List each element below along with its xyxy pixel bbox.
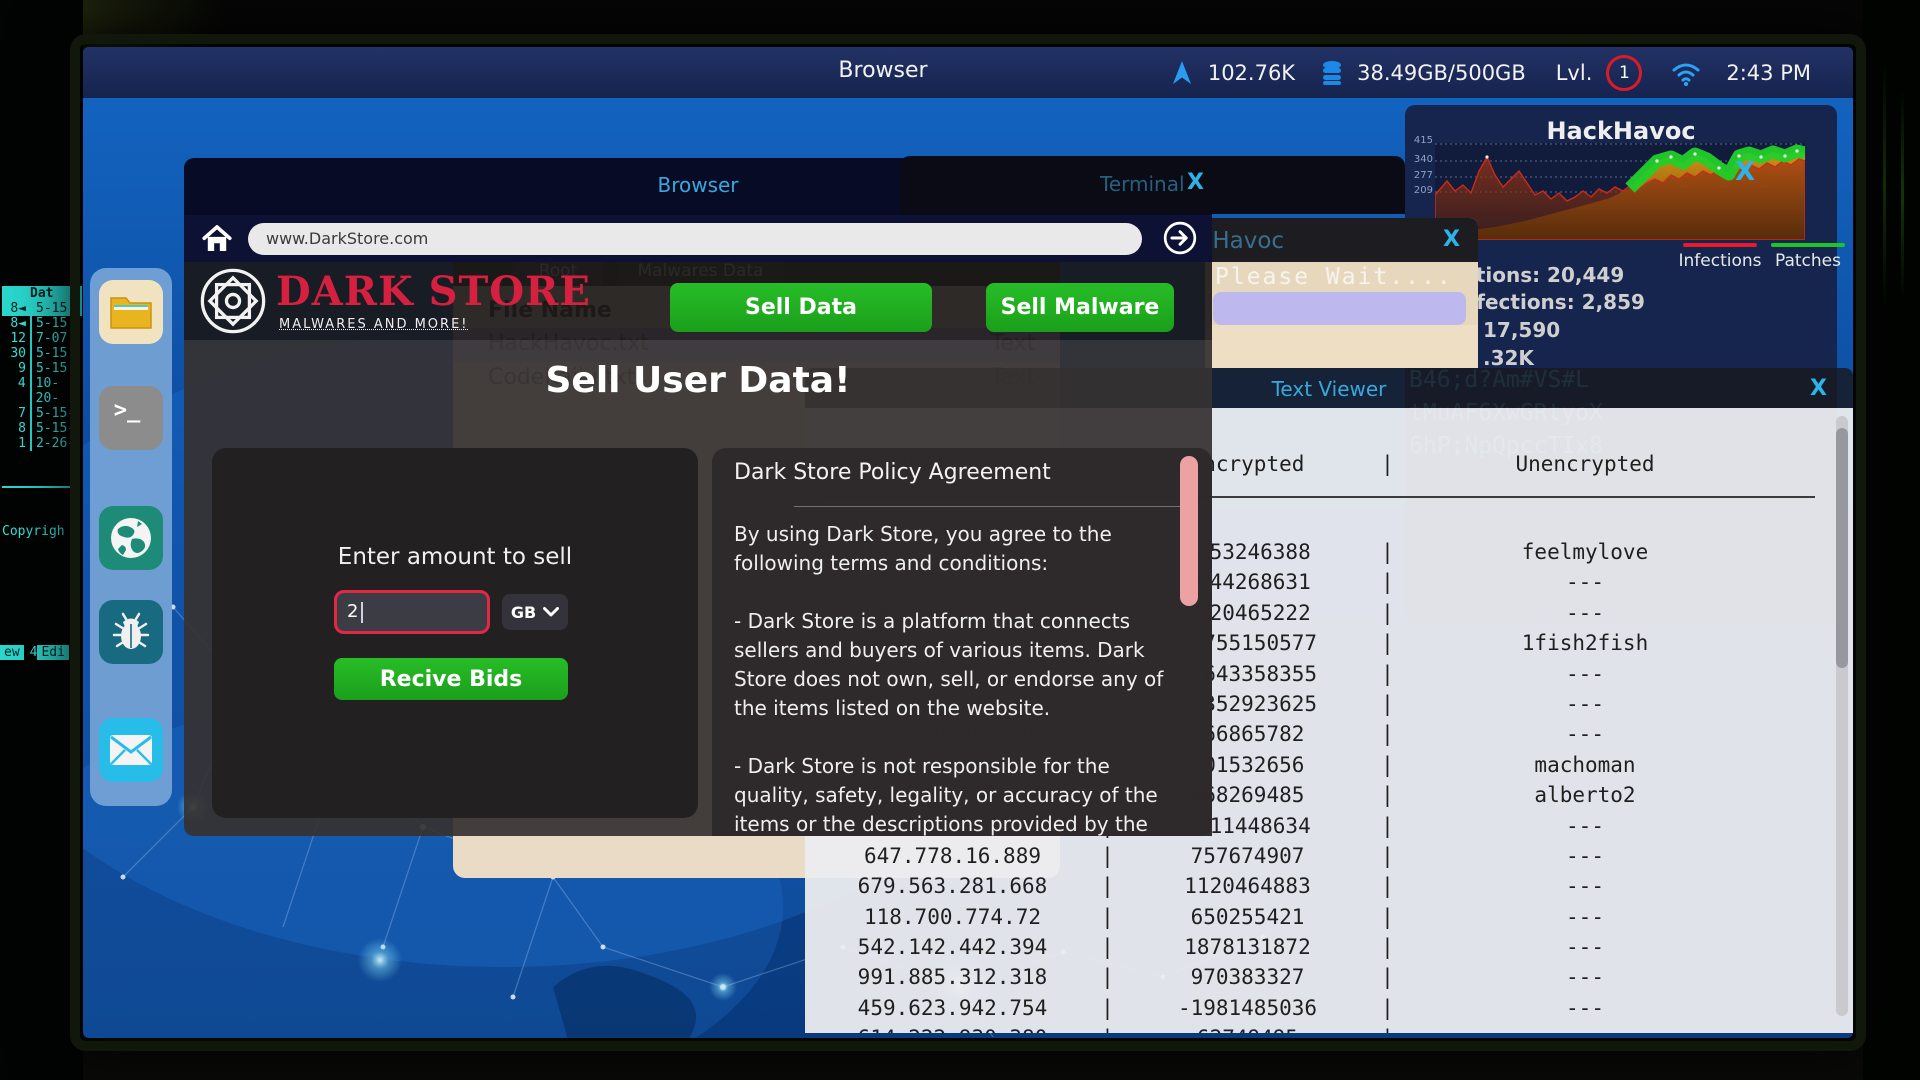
dock-item-browser[interactable]: [99, 506, 163, 570]
clock: 2:43 PM: [1726, 61, 1811, 85]
amount-label: Enter amount to sell: [212, 544, 698, 570]
policy-paragraph: By using Dark Store, you agree to the fo…: [734, 520, 1174, 578]
text-caret: [361, 602, 363, 623]
amount-input[interactable]: 2: [334, 590, 490, 634]
folder-icon: [109, 294, 153, 330]
upload-count: 102.76K: [1208, 61, 1295, 85]
policy-title: Dark Store Policy Agreement: [734, 460, 1051, 485]
policy-panel: Dark Store Policy Agreement By using Dar…: [712, 448, 1212, 836]
please-wait-text: Please Wait....: [1215, 264, 1453, 290]
app-dock: >_: [90, 268, 172, 806]
wifi-icon: [1670, 60, 1702, 86]
close-icon[interactable]: X: [1810, 376, 1827, 401]
policy-paragraph: - Dark Store is a platform that connects…: [734, 607, 1174, 723]
close-icon[interactable]: X: [1735, 157, 1755, 187]
storage-value: 38.49GB/500GB: [1357, 61, 1526, 85]
amount-panel: Enter amount to sell 2 GB Recive Bids: [212, 448, 698, 818]
window-titlebar: HackHavoc X: [1205, 218, 1478, 262]
legend-infections: Infections: [1677, 243, 1763, 271]
dock-item-mail[interactable]: [99, 718, 163, 782]
stat-count: 17,590: [1483, 318, 1560, 342]
dock-item-terminal[interactable]: >_: [99, 386, 163, 450]
dos-function-keys: ew 4Edi: [0, 645, 69, 660]
table-row: 647.778.16.889 757674907 ---: [805, 844, 1853, 874]
hackhavoc-progress-window: HackHavoc X Please Wait....: [1205, 218, 1478, 368]
receive-bids-button[interactable]: Recive Bids: [334, 658, 568, 700]
bug-icon: [110, 610, 152, 654]
policy-text: By using Dark Store, you agree to the fo…: [734, 520, 1174, 836]
table-row: 679.563.281.668 1120464883 ---: [805, 874, 1853, 904]
scrollbar-thumb[interactable]: [1836, 428, 1848, 668]
window-title: Terminal: [1100, 172, 1185, 196]
top-status-bar: Browser 102.76K 38.49GB/500GB Lvl. 1: [83, 47, 1853, 98]
y-tick: 415: [1409, 135, 1433, 146]
table-row: 991.885.312.318 970383327 ---: [805, 965, 1853, 995]
legend-patches: Patches: [1765, 243, 1851, 271]
mail-icon: [108, 733, 154, 767]
darkstore-logo-icon: [198, 266, 268, 336]
dock-item-malware-lab[interactable]: [99, 600, 163, 664]
sell-data-button[interactable]: Sell Data: [670, 283, 932, 332]
modal-title: Sell User Data!: [184, 360, 1212, 401]
game-screen: Browser 102.76K 38.49GB/500GB Lvl. 1: [83, 47, 1853, 1038]
upload-icon: [1170, 60, 1194, 86]
window-body: [1205, 325, 1478, 368]
y-tick: 277: [1409, 170, 1433, 181]
y-tick: 340: [1409, 154, 1433, 165]
progress-bar: [1213, 292, 1466, 325]
globe-icon: [108, 515, 154, 561]
desk-right-area: [1863, 0, 1920, 1080]
darkstore-tagline: MALWARES AND MORE!: [279, 317, 469, 332]
policy-paragraph: - Dark Store is not responsible for the …: [734, 752, 1174, 836]
table-row: 118.700.774.72 650255421 ---: [805, 905, 1853, 935]
terminal-window: Terminal X: [900, 156, 1405, 214]
policy-scrollbar-thumb[interactable]: [1180, 456, 1198, 606]
close-icon[interactable]: X: [1443, 227, 1460, 252]
darkstore-brand: DARK STORE: [276, 268, 591, 315]
chevron-down-icon: [543, 607, 559, 617]
y-tick: 209: [1409, 185, 1433, 196]
dos-copyright: Copyrigh: [2, 524, 65, 539]
url-input[interactable]: www.DarkStore.com: [248, 223, 1142, 255]
game-stage: Dat 8◄ 5-15 8◄ 5-15 12 7-07 30 5-15: [0, 0, 1920, 1080]
policy-divider: [794, 506, 1186, 507]
sell-user-data-modal: Sell User Data! Enter amount to sell 2 G…: [184, 340, 1212, 836]
browser-toolbar: www.DarkStore.com: [184, 215, 1212, 262]
sell-malware-button[interactable]: Sell Malware: [986, 283, 1174, 332]
go-icon[interactable]: [1162, 220, 1198, 256]
level-badge: 1: [1606, 55, 1642, 91]
unit-dropdown[interactable]: GB: [502, 594, 568, 630]
dos-divider: [2, 486, 80, 488]
table-row: 459.623.942.754 -1981485036 ---: [805, 996, 1853, 1026]
active-window-title: Browser: [803, 58, 963, 83]
window-title: HackHavoc: [1405, 117, 1837, 145]
browser-window: Browser www.DarkStore.com: [184, 158, 1212, 836]
level-label: Lvl.: [1556, 61, 1593, 85]
home-icon[interactable]: [200, 222, 234, 256]
table-row: 614.222.930.380 62749495 ---: [805, 1026, 1853, 1033]
col-unencrypted: Unencrypted: [1395, 452, 1775, 476]
close-icon[interactable]: X: [1187, 170, 1204, 195]
dock-item-file-manager[interactable]: [99, 280, 163, 344]
reflection: [1901, 90, 1904, 300]
storage-icon: [1321, 60, 1343, 86]
reflection: [1883, 60, 1886, 310]
table-row: 542.142.442.394 1878131872 ---: [805, 935, 1853, 965]
terminal-icon: >_: [114, 398, 141, 423]
darkstore-header: DARK STORE MALWARES AND MORE! Sell Data …: [184, 262, 1212, 340]
